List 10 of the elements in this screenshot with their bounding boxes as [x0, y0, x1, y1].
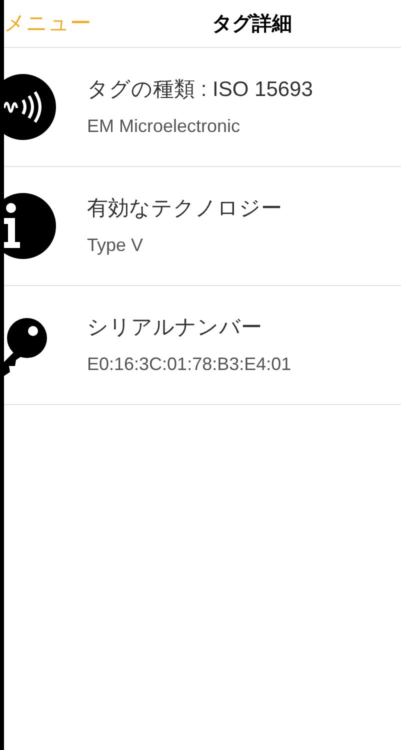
nfc-icon	[4, 72, 56, 142]
page-title: タグ詳細	[212, 12, 292, 36]
row-subtitle: E0:16:3C:01:78:B3:E4:01	[87, 353, 292, 376]
row-title: タグの種類 : ISO 15693	[87, 76, 313, 103]
row-subtitle: Type V	[87, 234, 144, 258]
row-title: シリアルナンバー	[87, 314, 263, 341]
info-icon	[4, 191, 56, 261]
row-title: 有効なテクノロジー	[87, 196, 282, 222]
row-subtitle: EM Microelectronic	[87, 115, 242, 138]
back-button[interactable]: メニュー	[4, 8, 91, 40]
